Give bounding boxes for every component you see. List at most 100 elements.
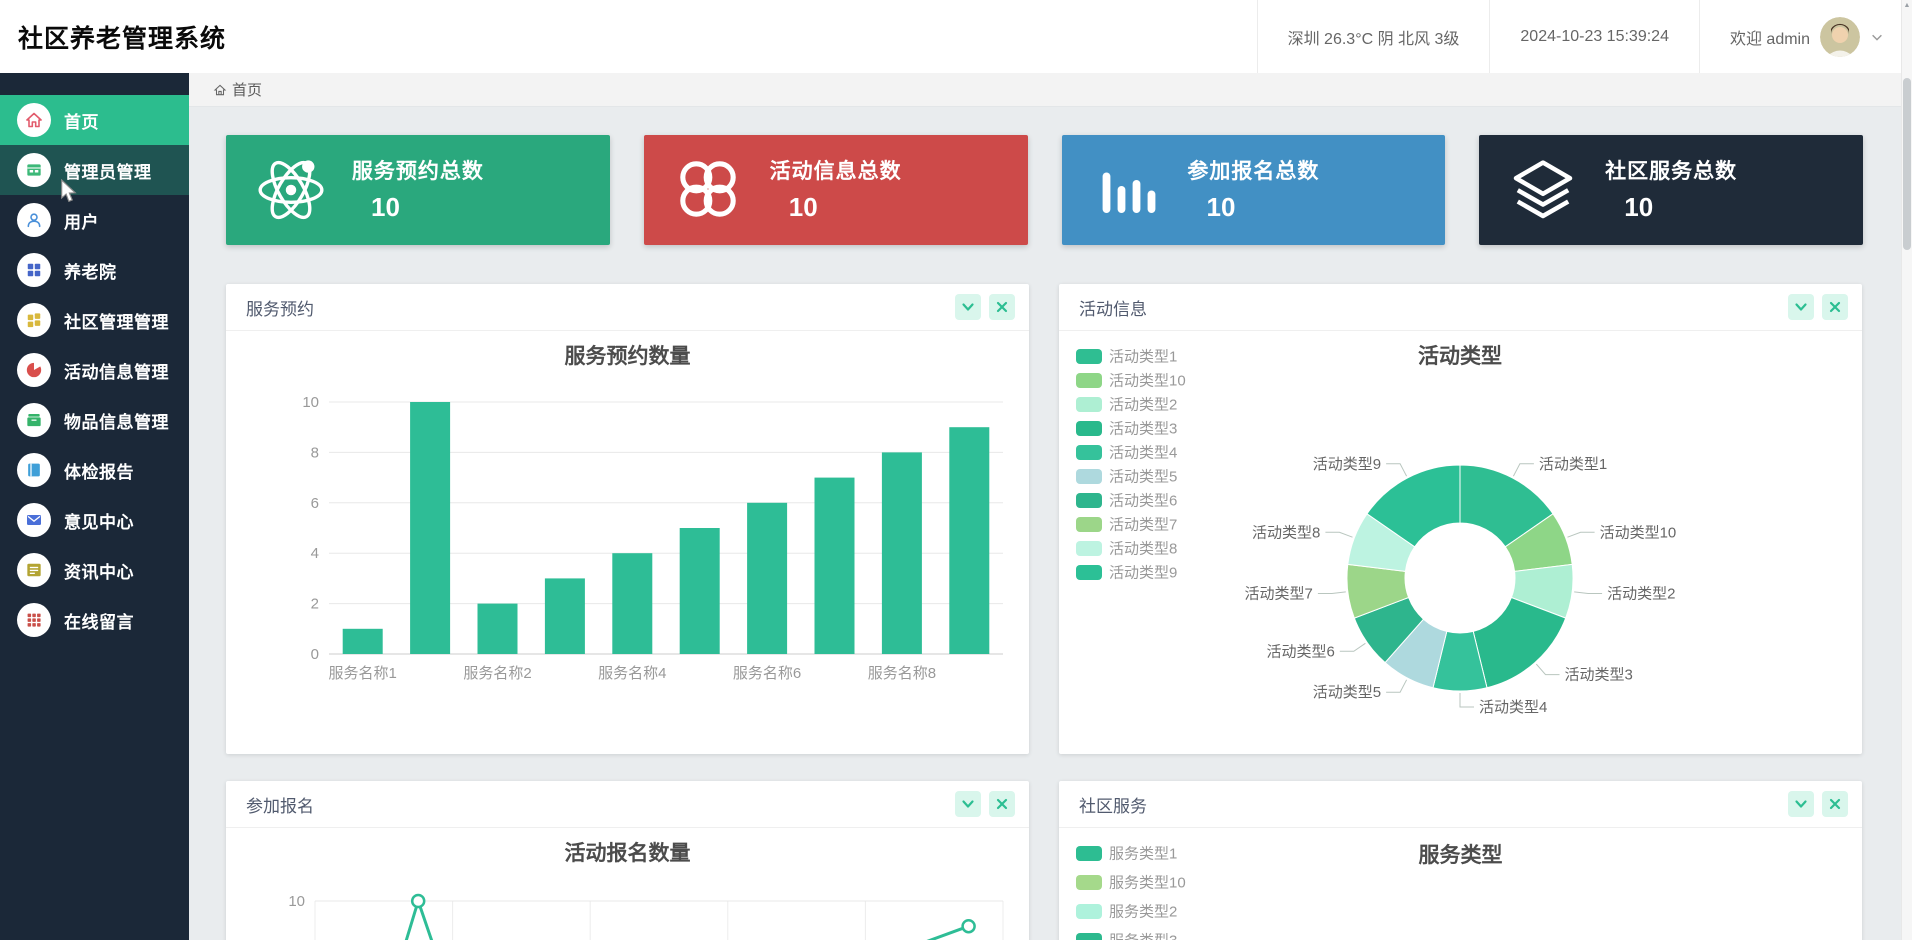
sidebar-item-news[interactable]: 资讯中心 — [0, 545, 189, 595]
panel-title: 参加报名 — [246, 796, 314, 816]
weather-text: 深圳 26.3°C 阴 北风 3级 — [1287, 30, 1460, 48]
svg-text:活动类型7: 活动类型7 — [1109, 517, 1177, 534]
sidebar-item-label: 体检报告 — [64, 462, 134, 482]
legend-item[interactable]: 活动类型6 — [1076, 493, 1177, 510]
svg-text:活动类型2: 活动类型2 — [1607, 586, 1675, 603]
activity-type-donut-chart[interactable]: 活动类型1 活动类型10 活动类型2 活动类型3 活动类型4 活动类型5 活动类型6 活动类型… — [1059, 331, 1862, 754]
panel-header: 活动信息 — [1059, 284, 1862, 331]
sidebar-item-label: 管理员管理 — [64, 162, 152, 182]
scrollbar-up-arrow[interactable]: ▲ — [1903, 2, 1911, 9]
legend-item[interactable]: 活动类型10 — [1076, 373, 1186, 390]
svg-text:服务类型1: 服务类型1 — [1109, 846, 1177, 863]
legend-item[interactable]: 服务类型3 — [1076, 933, 1177, 940]
stat-card-service-total: 服务预约总数 10 — [226, 135, 610, 245]
svg-text:服务类型10: 服务类型10 — [1109, 875, 1186, 892]
legend-item[interactable]: 活动类型5 — [1076, 469, 1177, 486]
avatar[interactable] — [1820, 16, 1860, 57]
panel-header: 社区服务 — [1059, 781, 1862, 828]
side-menu: 首页管理员管理用户养老院 社区管理管理 活动信息管理物品信息管理 体检报告意见中心资讯… — [0, 73, 189, 645]
svg-text:活动类型8: 活动类型8 — [1109, 541, 1177, 558]
legend-item[interactable]: 活动类型4 — [1076, 445, 1177, 462]
svg-text:活动类型: 活动类型 — [1418, 345, 1502, 368]
datetime-text: 2024-10-23 15:39:24 — [1520, 27, 1669, 45]
sidebar-item-label: 意见中心 — [64, 512, 134, 532]
svg-text:活动类型10: 活动类型10 — [1600, 524, 1677, 541]
sidebar-item-label: 在线留言 — [64, 612, 134, 632]
scrollbar-thumb[interactable] — [1903, 78, 1911, 250]
admin-panel-icon — [17, 153, 51, 187]
sidebar-item-label: 用户 — [64, 212, 99, 232]
legend-item[interactable]: 活动类型8 — [1076, 541, 1177, 558]
collapse-button[interactable] — [1788, 791, 1814, 817]
svg-text:活动类型6: 活动类型6 — [1109, 493, 1177, 510]
app-title: 社区养老管理系统 — [18, 24, 227, 53]
svg-text:活动类型3: 活动类型3 — [1109, 421, 1177, 438]
close-button[interactable] — [989, 791, 1015, 817]
legend-item[interactable]: 活动类型2 — [1076, 397, 1177, 414]
svg-text:活动类型9: 活动类型9 — [1109, 565, 1177, 582]
svg-text:活动类型6: 活动类型6 — [1266, 643, 1334, 660]
legend-item[interactable]: 活动类型9 — [1076, 565, 1177, 582]
sidebar-item-report[interactable]: 体检报告 — [0, 445, 189, 495]
sidebar-item-community[interactable]: 社区管理管理 — [0, 295, 189, 345]
user-menu[interactable]: 欢迎 admin — [1698, 0, 1896, 73]
svg-text:活动类型10: 活动类型10 — [1109, 373, 1186, 390]
close-button[interactable] — [1822, 791, 1848, 817]
stat-card-title: 社区服务总数 — [1605, 160, 1738, 183]
sidebar-item-admin[interactable]: 管理员管理 — [0, 145, 189, 195]
legend-item[interactable]: 服务类型2 — [1076, 904, 1177, 921]
collapse-button[interactable] — [1788, 294, 1814, 320]
legend-item[interactable]: 活动类型1 — [1076, 349, 1177, 366]
welcome-text: 欢迎 admin — [1729, 30, 1810, 48]
sidebar-item-users[interactable]: 用户 — [0, 195, 189, 245]
sidebar-item-feedback[interactable]: 意见中心 — [0, 495, 189, 545]
svg-text:4: 4 — [311, 545, 319, 562]
sidebar-item-home[interactable]: 首页 — [0, 95, 189, 145]
svg-text:活动类型1: 活动类型1 — [1109, 349, 1177, 366]
sidebar-item-message[interactable]: 在线留言 — [0, 595, 189, 645]
sidebar-item-activity[interactable]: 活动信息管理 — [0, 345, 189, 395]
sidebar-item-label: 首页 — [64, 112, 99, 132]
stat-cards-row: 服务预约总数 10 活动信息总数 10 参加报名总数 10 社区服务总数 10 — [226, 135, 1863, 245]
stat-card-title: 活动信息总数 — [769, 160, 902, 183]
panel-title: 社区服务 — [1079, 796, 1147, 816]
svg-text:10: 10 — [288, 893, 305, 910]
sidebar-item-goods[interactable]: 物品信息管理 — [0, 395, 189, 445]
report-book-icon — [17, 453, 51, 487]
sidebar-item-label: 资讯中心 — [64, 562, 134, 582]
page-scrollbar[interactable]: ▲ — [1901, 0, 1912, 940]
activity-pie-icon — [17, 353, 51, 387]
legend-item[interactable]: 活动类型7 — [1076, 517, 1177, 534]
collapse-button[interactable] — [955, 294, 981, 320]
close-button[interactable] — [1822, 294, 1848, 320]
panels-row-top: 服务预约 0 2 4 6 8 10 服务名称1 服务名称2 服务名称4 服务名称6 服务名称8 服务预… — [226, 284, 1863, 754]
svg-text:活动类型1: 活动类型1 — [1539, 456, 1607, 473]
service-booking-bar-chart[interactable]: 0 2 4 6 8 10 服务名称1 服务名称2 服务名称4 服务名称6 服务名称8 服务预约数量 — [226, 331, 1029, 754]
sidebar-item-nursing-home[interactable]: 养老院 — [0, 245, 189, 295]
svg-text:服务类型: 服务类型 — [1419, 843, 1503, 867]
legend-item[interactable]: 服务类型1 — [1076, 846, 1177, 863]
close-button[interactable] — [989, 294, 1015, 320]
community-grid-icon — [17, 303, 51, 337]
legend-item[interactable]: 活动类型3 — [1076, 421, 1177, 438]
svg-text:活动报名数量: 活动报名数量 — [565, 841, 691, 865]
caret-down-icon — [1870, 30, 1884, 44]
stat-card-value: 10 — [788, 192, 818, 222]
svg-text:8: 8 — [311, 444, 319, 461]
svg-text:0: 0 — [311, 646, 319, 663]
datetime-display: 2024-10-23 15:39:24 — [1489, 0, 1699, 73]
panel-community-service: 社区服务 服务类型1 服务类型10 服务类型2 服务类型3 服务类型 — [1059, 781, 1862, 940]
community-service-pie-chart[interactable]: 服务类型1 服务类型10 服务类型2 服务类型3 服务类型 — [1059, 828, 1862, 940]
sidebar-item-label: 物品信息管理 — [64, 412, 169, 432]
svg-text:服务类型3: 服务类型3 — [1109, 933, 1177, 940]
collapse-button[interactable] — [955, 791, 981, 817]
svg-text:服务名称8: 服务名称8 — [868, 665, 936, 682]
main-area: 首页 服务预约总数 10 活动信息总数 10 参加报名总数 10 社区服务总数 … — [189, 73, 1912, 940]
nursing-home-grid-icon — [17, 253, 51, 287]
stat-card-value: 10 — [371, 192, 400, 222]
breadcrumb-home-link[interactable]: 首页 — [232, 79, 262, 100]
signup-line-chart[interactable]: 0246810活动报名数量 — [226, 828, 1029, 940]
legend-item[interactable]: 服务类型10 — [1076, 875, 1186, 892]
feedback-mail-icon — [17, 503, 51, 537]
svg-text:服务名称6: 服务名称6 — [733, 665, 801, 682]
